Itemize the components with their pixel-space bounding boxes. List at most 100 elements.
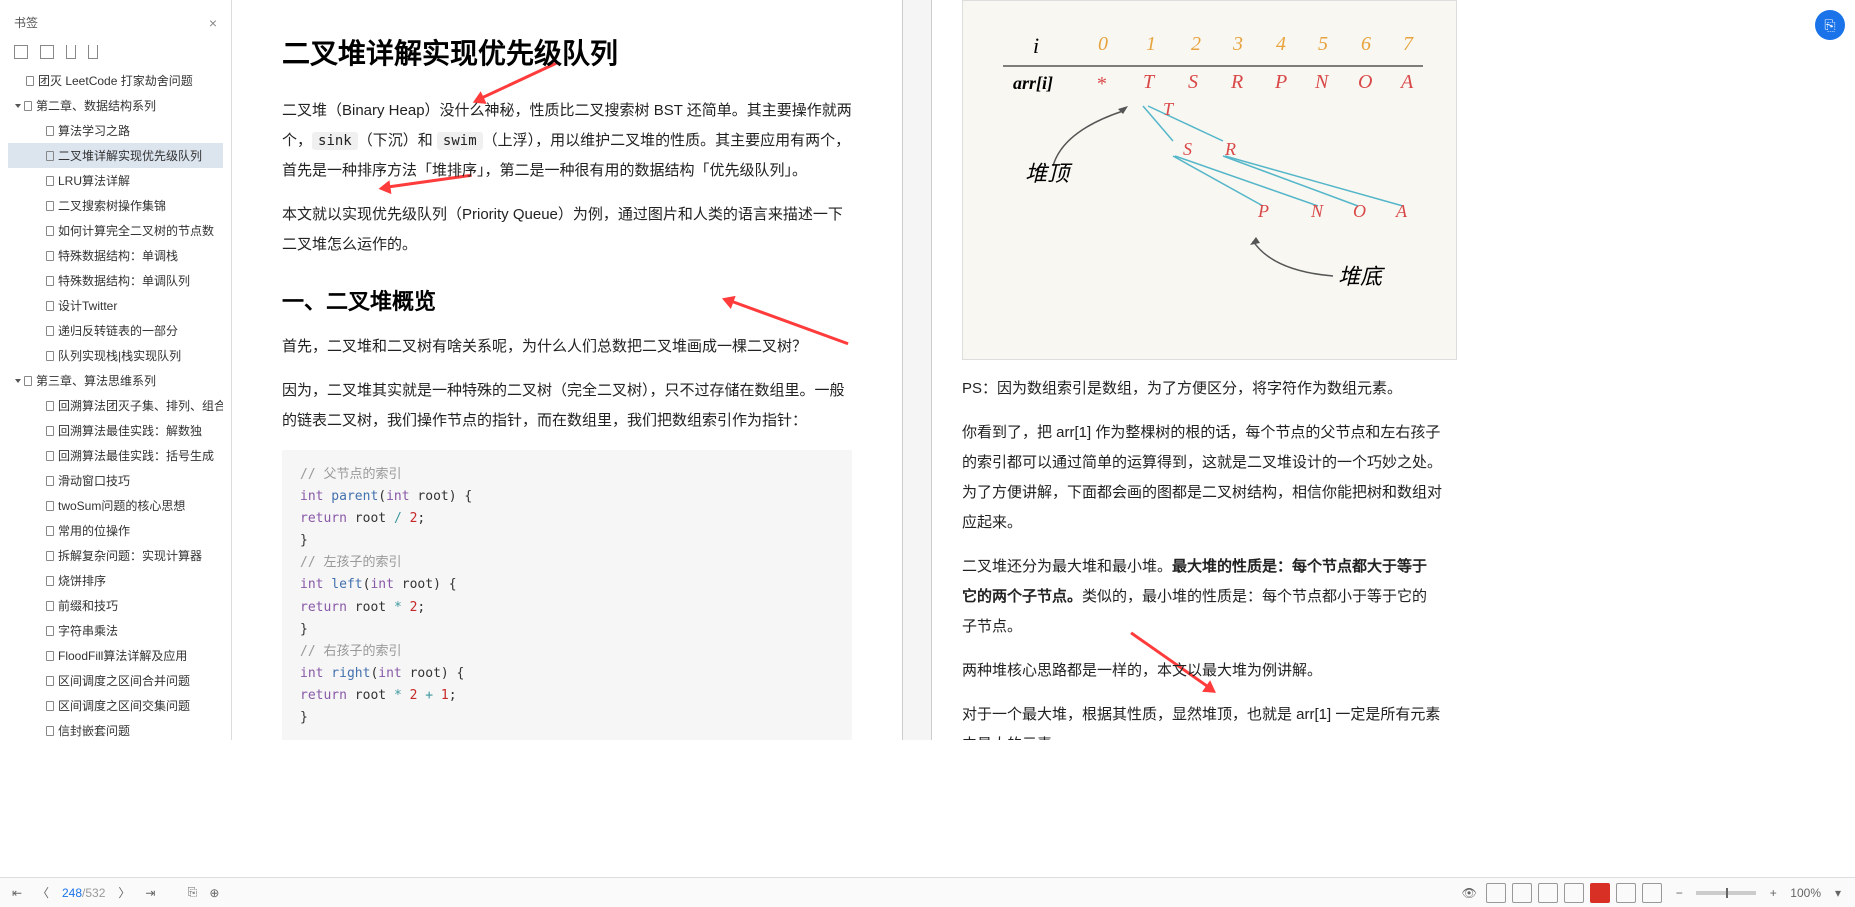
bookmark-icon	[46, 676, 54, 686]
bookmarks-sidebar: 书签 × 团灭 LeetCode 打家劫舍问题第二章、数据结构系列算法学习之路二…	[0, 0, 232, 740]
bookmark-icon	[46, 551, 54, 561]
bookmark-label: 团灭 LeetCode 打家劫舍问题	[38, 72, 193, 89]
bookmark-icon	[46, 151, 54, 161]
tool-icon[interactable]	[40, 45, 54, 59]
paragraph: PS：因为数组索引是数组，为了方便区分，将字符作为数组元素。	[962, 374, 1442, 404]
zoom-dropdown-icon[interactable]: ▾	[1827, 882, 1849, 904]
bookmark-icon	[46, 126, 54, 136]
zoom-in-button[interactable]: +	[1762, 882, 1784, 904]
bookmark-label: 前缀和技巧	[58, 597, 118, 614]
bookmark-icon	[46, 176, 54, 186]
bookmark-item[interactable]: 常用的位操作	[8, 518, 223, 543]
bookmark-label: 信封嵌套问题	[58, 722, 130, 739]
bookmark-icon	[26, 76, 34, 86]
bookmark-item[interactable]: 如何计算完全二叉树的节点数	[8, 218, 223, 243]
layout-icon[interactable]	[1486, 883, 1506, 903]
paragraph: 二叉堆（Binary Heap）没什么神秘，性质比二叉搜索树 BST 还简单。其…	[282, 96, 852, 186]
layout-icon[interactable]	[1616, 883, 1636, 903]
bookmark-icon	[46, 201, 54, 211]
first-page-button[interactable]: ⇤	[6, 882, 28, 904]
bookmark-item[interactable]: 拆解复杂问题：实现计算器	[8, 543, 223, 568]
bookmark-icon	[46, 401, 54, 411]
bookmark-item[interactable]: 字符串乘法	[8, 618, 223, 643]
tool-icon[interactable]	[66, 45, 76, 59]
bookmark-label: 第二章、数据结构系列	[36, 97, 156, 114]
layout-icon[interactable]	[1642, 883, 1662, 903]
bookmark-label: 二叉搜索树操作集锦	[58, 197, 166, 214]
bookmark-item[interactable]: 二叉搜索树操作集锦	[8, 193, 223, 218]
bookmark-item[interactable]: FloodFill算法详解及应用	[8, 643, 223, 668]
tool-icon[interactable]	[14, 45, 28, 59]
zoom-out-button[interactable]: −	[1668, 882, 1690, 904]
inline-code: swim	[437, 132, 483, 150]
bookmark-item[interactable]: 前缀和技巧	[8, 593, 223, 618]
paragraph: 首先，二叉堆和二叉树有啥关系呢，为什么人们总数把二叉堆画成一棵二叉树？	[282, 332, 852, 362]
bookmark-label: 递归反转链表的一部分	[58, 322, 178, 339]
bookmark-label: 拆解复杂问题：实现计算器	[58, 547, 202, 564]
bookmark-label: 算法学习之路	[58, 122, 130, 139]
bookmark-item[interactable]: 回溯算法团灭子集、排列、组合问题	[8, 393, 223, 418]
bookmark-icon	[46, 326, 54, 336]
close-icon[interactable]: ×	[209, 15, 217, 31]
article-title: 二叉堆详解实现优先级队列	[282, 32, 852, 72]
bookmark-label: 回溯算法最佳实践：括号生成	[58, 447, 214, 464]
bookmark-item[interactable]: 滑动窗口技巧	[8, 468, 223, 493]
bookmark-icon	[46, 526, 54, 536]
bookmark-item[interactable]: 设计Twitter	[8, 293, 223, 318]
layout-icon[interactable]	[1564, 883, 1584, 903]
paragraph: 你看到了，把 arr[1] 作为整棵树的根的话，每个节点的父节点和左右孩子的索引…	[962, 418, 1442, 538]
bookmark-item[interactable]: twoSum问题的核心思想	[8, 493, 223, 518]
float-action-button[interactable]: ⎘	[1815, 10, 1845, 40]
paragraph: 两种堆核心思路都是一样的，本文以最大堆为例讲解。	[962, 656, 1442, 686]
bookmark-item[interactable]: 回溯算法最佳实践：解数独	[8, 418, 223, 443]
bookmark-item[interactable]: 第二章、数据结构系列	[8, 93, 223, 118]
bookmark-label: 常用的位操作	[58, 522, 130, 539]
layout-icon[interactable]	[1512, 883, 1532, 903]
bookmark-label: 滑动窗口技巧	[58, 472, 130, 489]
view-mode-icon[interactable]: ⎘	[181, 882, 203, 904]
prev-page-button[interactable]: 〈	[32, 882, 54, 904]
bookmark-icon	[46, 301, 54, 311]
bookmark-item[interactable]: 信封嵌套问题	[8, 718, 223, 740]
bookmark-item[interactable]: 特殊数据结构：单调队列	[8, 268, 223, 293]
bookmark-item[interactable]: 二叉堆详解实现优先级队列	[8, 143, 223, 168]
bookmark-label: 回溯算法团灭子集、排列、组合问题	[58, 397, 223, 414]
bookmark-item[interactable]: 算法学习之路	[8, 118, 223, 143]
bookmark-item[interactable]: 回溯算法最佳实践：括号生成	[8, 443, 223, 468]
bookmark-item[interactable]: LRU算法详解	[8, 168, 223, 193]
bookmark-label: 烧饼排序	[58, 572, 106, 589]
content-area: 二叉堆详解实现优先级队列 二叉堆（Binary Heap）没什么神秘，性质比二叉…	[232, 0, 1855, 740]
bookmark-icon	[46, 576, 54, 586]
bookmark-icon	[46, 726, 54, 736]
bookmark-label: 如何计算完全二叉树的节点数	[58, 222, 214, 239]
bookmark-item[interactable]: 烧饼排序	[8, 568, 223, 593]
tool-icon[interactable]	[88, 45, 98, 59]
bookmark-item[interactable]: 区间调度之区间交集问题	[8, 693, 223, 718]
bookmark-item[interactable]: 队列实现栈|栈实现队列	[8, 343, 223, 368]
zoom-slider[interactable]	[1696, 891, 1756, 895]
next-page-button[interactable]: 〉	[113, 882, 135, 904]
add-icon[interactable]: ⊕	[203, 882, 225, 904]
bottom-toolbar: ⇤ 〈 248/532 〉 ⇥ ⎘ ⊕ 👁 − + 100% ▾	[0, 877, 1855, 907]
bookmark-item[interactable]: 团灭 LeetCode 打家劫舍问题	[8, 68, 223, 93]
bookmark-item[interactable]: 第三章、算法思维系列	[8, 368, 223, 393]
bookmark-label: 设计Twitter	[58, 297, 117, 314]
bookmark-label: 第三章、算法思维系列	[36, 372, 156, 389]
eye-icon[interactable]: 👁	[1458, 882, 1480, 904]
bookmark-item[interactable]: 区间调度之区间合并问题	[8, 668, 223, 693]
bookmark-label: 区间调度之区间交集问题	[58, 697, 190, 714]
layout-icon-active[interactable]	[1590, 883, 1610, 903]
bookmark-label: FloodFill算法详解及应用	[58, 647, 187, 664]
bookmark-icon	[46, 476, 54, 486]
paragraph: 本文就以实现优先级队列（Priority Queue）为例，通过图片和人类的语言…	[282, 200, 852, 260]
bookmark-icon	[46, 651, 54, 661]
bookmark-icon	[24, 101, 32, 111]
bookmark-icon	[46, 251, 54, 261]
last-page-button[interactable]: ⇥	[139, 882, 161, 904]
bookmark-item[interactable]: 递归反转链表的一部分	[8, 318, 223, 343]
bookmark-item[interactable]: 特殊数据结构：单调栈	[8, 243, 223, 268]
current-page[interactable]: 248	[62, 886, 82, 900]
bookmark-label: 特殊数据结构：单调队列	[58, 272, 190, 289]
layout-icon[interactable]	[1538, 883, 1558, 903]
page-right: i 0 1 2 3 4 5 6 7 arr[i] * T S R P N O A…	[932, 0, 1472, 740]
